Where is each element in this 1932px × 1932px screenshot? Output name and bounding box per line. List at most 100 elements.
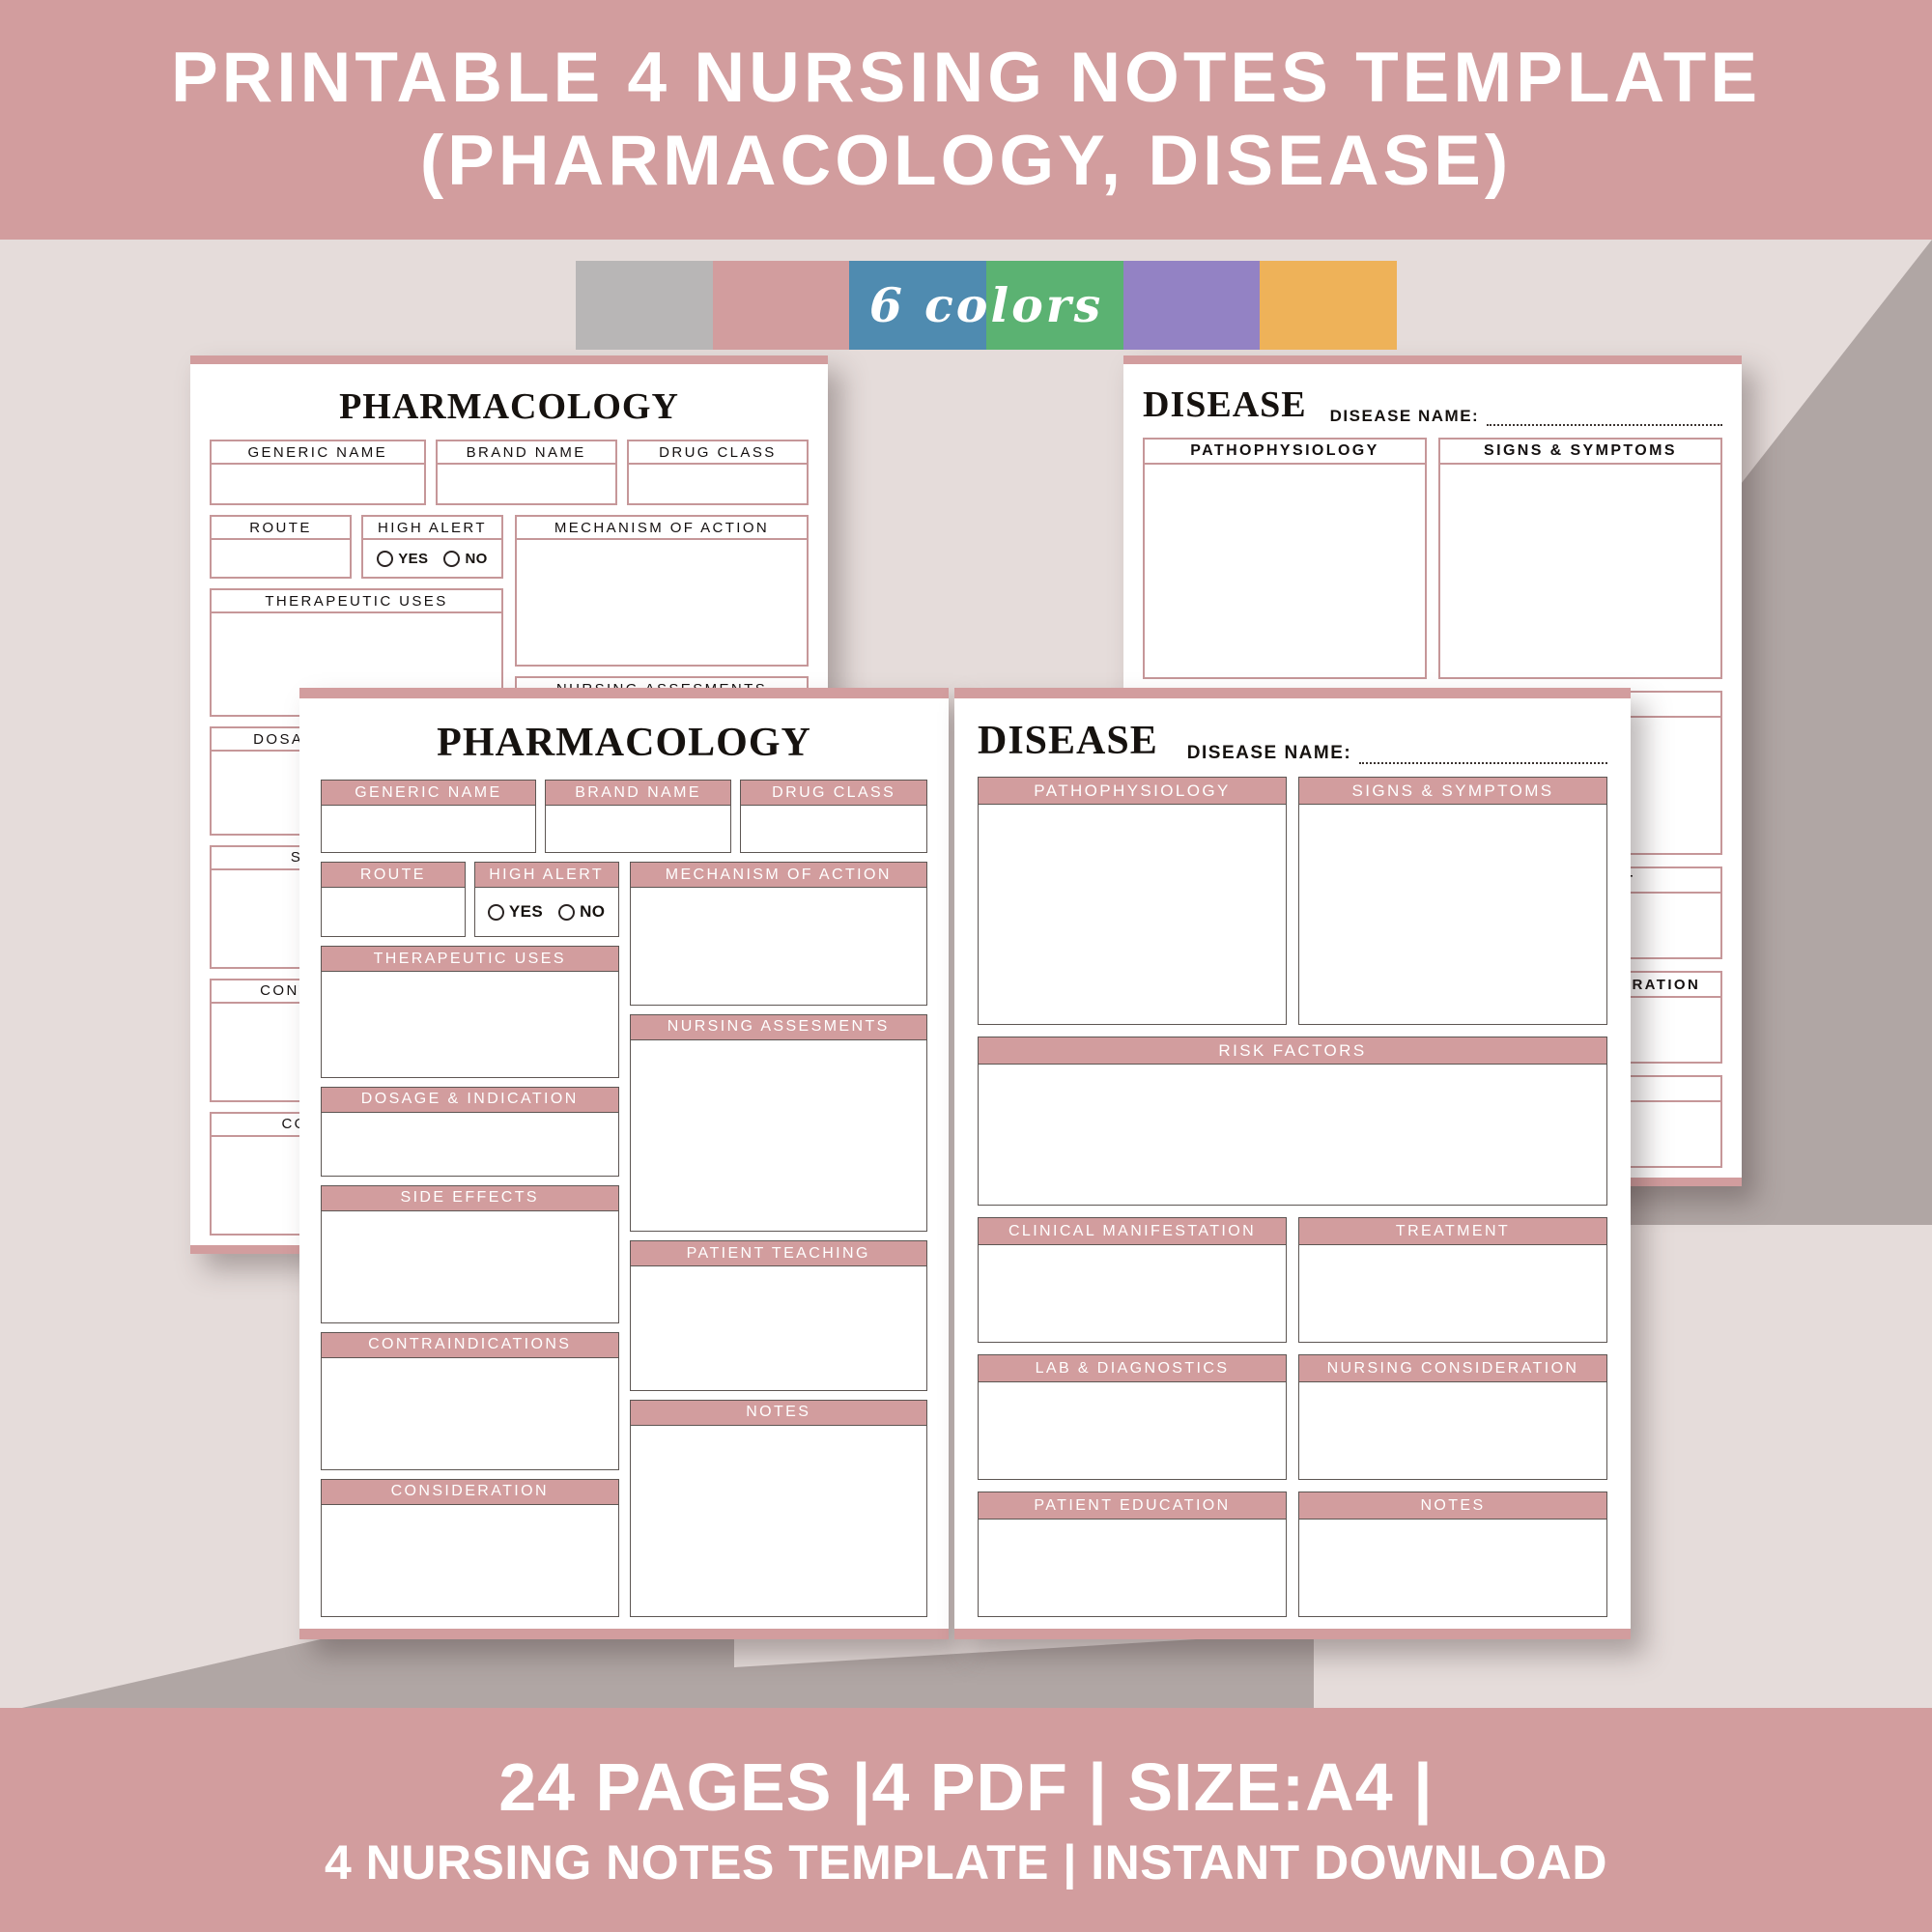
- field-signs-symptoms[interactable]: SIGNS & SYMPTOMS: [1298, 777, 1607, 1025]
- field-risk-factors-input[interactable]: [978, 1065, 1607, 1206]
- field-nursing-consideration-input[interactable]: [1298, 1382, 1607, 1480]
- field-notes[interactable]: NOTES: [629, 1399, 927, 1617]
- field-high-alert[interactable]: HIGH ALERT YES NO: [473, 862, 619, 937]
- field-route-input[interactable]: [210, 540, 352, 579]
- header-banner: PRINTABLE 4 NURSING NOTES TEMPLATE (PHAR…: [0, 0, 1932, 240]
- field-patient-teaching[interactable]: PATIENT TEACHING: [629, 1240, 927, 1391]
- radio-high-alert-no[interactable]: NO: [558, 902, 605, 922]
- field-lab-diagnostics-input[interactable]: [978, 1382, 1287, 1480]
- field-consideration-label: CONSIDERATION: [321, 1478, 619, 1505]
- field-drug-class-input[interactable]: [626, 465, 809, 505]
- field-generic-name-label: GENERIC NAME: [321, 780, 536, 806]
- radio-high-alert-yes[interactable]: YES: [377, 550, 429, 567]
- field-notes-input[interactable]: [629, 1425, 927, 1617]
- field-nursing-assessments-input[interactable]: [629, 1039, 927, 1233]
- field-mechanism-of-action-input[interactable]: [515, 540, 809, 668]
- field-therapeutic-uses[interactable]: THERAPEUTIC USES: [321, 946, 619, 1078]
- field-nursing-assessments[interactable]: NURSING ASSESMENTS: [629, 1013, 927, 1233]
- disease-name-field-front[interactable]: DISEASE NAME:: [1187, 743, 1607, 764]
- disease-title-back: DISEASE: [1143, 384, 1307, 425]
- radio-yes-label: YES: [398, 550, 429, 567]
- field-generic-name-input[interactable]: [210, 465, 426, 505]
- field-side-effects-input[interactable]: [321, 1210, 619, 1323]
- field-contraindications-label: CONTRAINDICATIONS: [321, 1331, 619, 1358]
- field-drug-class-label: DRUG CLASS: [740, 780, 927, 806]
- field-mechanism-of-action-back[interactable]: MECHANISM OF ACTION: [515, 515, 809, 668]
- field-contraindications[interactable]: CONTRAINDICATIONS: [321, 1331, 619, 1470]
- field-route[interactable]: ROUTE: [321, 862, 466, 937]
- field-signs-symptoms-input[interactable]: [1298, 805, 1607, 1025]
- disease-name-field-back[interactable]: DISEASE NAME:: [1330, 407, 1722, 426]
- page-bottom-accent-bar: [299, 1629, 949, 1639]
- field-brand-name-label: BRAND NAME: [435, 440, 617, 465]
- field-therapeutic-uses-label: THERAPEUTIC USES: [321, 946, 619, 972]
- field-dosage-indication-input[interactable]: [321, 1112, 619, 1177]
- field-drug-class-back[interactable]: DRUG CLASS: [626, 440, 809, 505]
- product-listing-image: PRINTABLE 4 NURSING NOTES TEMPLATE (PHAR…: [0, 0, 1932, 1932]
- field-drug-class[interactable]: DRUG CLASS: [740, 780, 927, 853]
- radio-high-alert-no[interactable]: NO: [443, 550, 487, 567]
- field-route-label: ROUTE: [210, 515, 352, 540]
- disease-name-input[interactable]: [1359, 762, 1607, 764]
- field-clinical-manifestation[interactable]: CLINICAL MANIFESTATION: [978, 1217, 1287, 1343]
- field-brand-name[interactable]: BRAND NAME: [544, 780, 732, 853]
- footer-download-line: 4 NURSING NOTES TEMPLATE | INSTANT DOWNL…: [324, 1835, 1608, 1889]
- field-patient-teaching-input[interactable]: [629, 1266, 927, 1391]
- field-treatment-input[interactable]: [1298, 1245, 1607, 1343]
- field-disease-notes-input[interactable]: [1298, 1520, 1607, 1617]
- field-patient-education[interactable]: PATIENT EDUCATION: [978, 1492, 1287, 1617]
- field-signs-symptoms-input[interactable]: [1438, 465, 1722, 679]
- radio-circle-icon: [487, 903, 504, 921]
- field-disease-notes[interactable]: NOTES: [1298, 1492, 1607, 1617]
- field-risk-factors-label: RISK FACTORS: [978, 1037, 1607, 1065]
- disease-title-front: DISEASE: [978, 719, 1158, 763]
- color-swatch-strip: 6 colors: [576, 261, 1398, 350]
- field-signs-symptoms-label: SIGNS & SYMPTOMS: [1298, 777, 1607, 805]
- radio-high-alert-yes[interactable]: YES: [487, 902, 543, 922]
- radio-no-label: NO: [580, 902, 606, 921]
- field-generic-name-back[interactable]: GENERIC NAME: [210, 440, 426, 505]
- field-nursing-consideration[interactable]: NURSING CONSIDERATION: [1298, 1354, 1607, 1480]
- field-high-alert-label: HIGH ALERT: [361, 515, 503, 540]
- field-high-alert-back[interactable]: HIGH ALERT YES NO: [361, 515, 503, 579]
- field-route-back[interactable]: ROUTE: [210, 515, 352, 579]
- field-pathophysiology-input[interactable]: [1143, 465, 1427, 679]
- field-pathophysiology-back[interactable]: PATHOPHYSIOLOGY: [1143, 438, 1427, 679]
- field-contraindications-input[interactable]: [321, 1357, 619, 1470]
- field-brand-name-input[interactable]: [544, 806, 732, 853]
- field-treatment[interactable]: TREATMENT: [1298, 1217, 1607, 1343]
- field-route-input[interactable]: [321, 888, 466, 937]
- field-brand-name-input[interactable]: [435, 465, 617, 505]
- page-top-accent-bar: [954, 688, 1631, 698]
- field-patient-education-input[interactable]: [978, 1520, 1287, 1617]
- field-consideration[interactable]: CONSIDERATION: [321, 1478, 619, 1617]
- field-nursing-assessments-label: NURSING ASSESMENTS: [629, 1013, 927, 1040]
- field-generic-name-input[interactable]: [321, 806, 536, 853]
- field-mechanism-of-action-label: MECHANISM OF ACTION: [515, 515, 809, 540]
- field-risk-factors[interactable]: RISK FACTORS: [978, 1037, 1607, 1206]
- field-mechanism-of-action-input[interactable]: [629, 888, 927, 1006]
- field-side-effects-label: SIDE EFFECTS: [321, 1184, 619, 1211]
- field-side-effects[interactable]: SIDE EFFECTS: [321, 1184, 619, 1323]
- swatch-purple: [1122, 261, 1261, 350]
- field-consideration-input[interactable]: [321, 1504, 619, 1617]
- field-lab-diagnostics[interactable]: LAB & DIAGNOSTICS: [978, 1354, 1287, 1480]
- field-pathophysiology-input[interactable]: [978, 805, 1287, 1025]
- swatch-green: [986, 261, 1123, 350]
- field-drug-class-input[interactable]: [740, 806, 927, 853]
- field-high-alert-options[interactable]: YES NO: [473, 888, 619, 937]
- field-route-label: ROUTE: [321, 862, 466, 888]
- field-clinical-manifestation-input[interactable]: [978, 1245, 1287, 1343]
- radio-circle-icon: [558, 903, 576, 921]
- field-dosage-indication[interactable]: DOSAGE & INDICATION: [321, 1086, 619, 1177]
- disease-name-input[interactable]: [1487, 424, 1722, 426]
- field-signs-symptoms-back[interactable]: SIGNS & SYMPTOMS: [1438, 438, 1722, 679]
- field-brand-name-back[interactable]: BRAND NAME: [435, 440, 617, 505]
- radio-circle-icon: [377, 550, 394, 567]
- field-pathophysiology[interactable]: PATHOPHYSIOLOGY: [978, 777, 1287, 1025]
- field-high-alert-label: HIGH ALERT: [473, 862, 619, 888]
- field-high-alert-options[interactable]: YES NO: [361, 540, 503, 579]
- field-mechanism-of-action[interactable]: MECHANISM OF ACTION: [629, 862, 927, 1006]
- field-therapeutic-uses-input[interactable]: [321, 972, 619, 1078]
- field-generic-name[interactable]: GENERIC NAME: [321, 780, 536, 853]
